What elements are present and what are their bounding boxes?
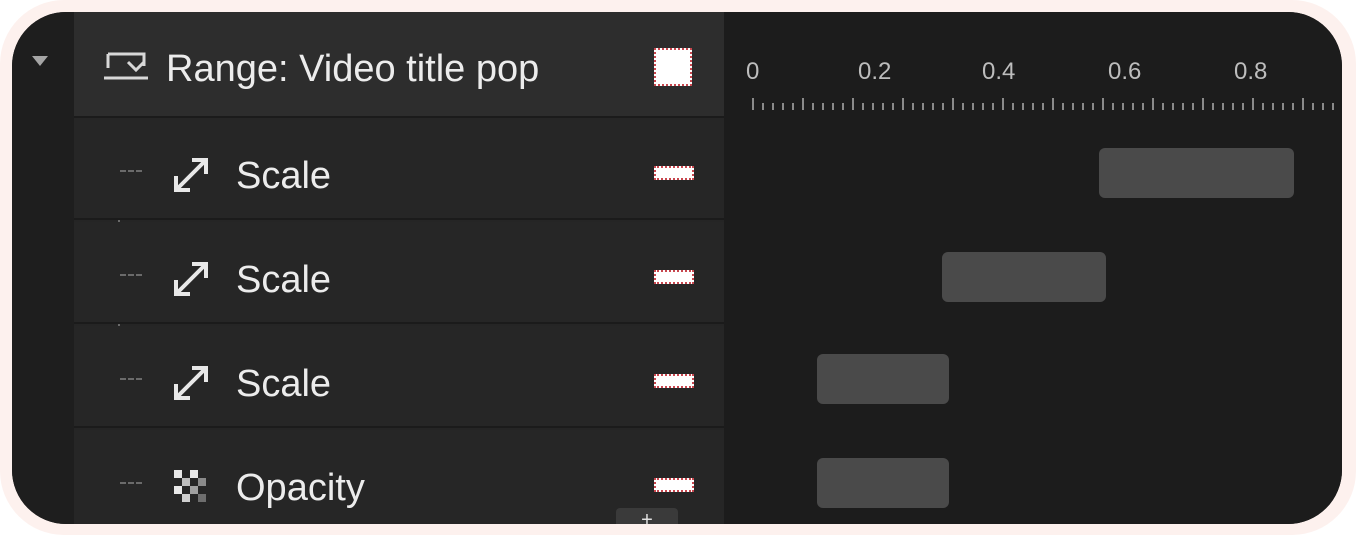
left-gutter — [12, 12, 74, 524]
range-icon — [104, 52, 148, 80]
track-list: Range: Video title pop Scale Scale Scale… — [74, 12, 724, 524]
track-row-scale-1[interactable]: Scale — [74, 118, 724, 220]
row-color-swatch[interactable] — [654, 478, 694, 492]
row-label: Scale — [236, 155, 332, 197]
tick-label: 0.4 — [982, 58, 1016, 85]
tick-label: 0.2 — [858, 58, 892, 85]
tick-label: 0.8 — [1234, 58, 1268, 85]
scale-arrow-icon — [174, 262, 208, 296]
scale-arrow-icon — [174, 158, 208, 192]
timeline-area[interactable]: 0 0.2 0.4 0.6 0.8 — [724, 12, 1342, 524]
track-header-row[interactable]: Range: Video title pop — [74, 12, 724, 118]
time-ruler[interactable] — [752, 98, 1342, 112]
scale-arrow-icon — [174, 366, 208, 400]
row-label: Scale — [236, 259, 332, 301]
timeline-clip[interactable] — [942, 252, 1106, 302]
timeline-clip[interactable] — [816, 458, 949, 508]
row-color-swatch[interactable] — [654, 374, 694, 388]
tick-label: 0.6 — [1108, 58, 1142, 85]
collapse-triangle-icon[interactable] — [32, 56, 48, 66]
window-frame: Range: Video title pop Scale Scale Scale… — [0, 0, 1356, 535]
track-row-scale-2[interactable]: Scale — [74, 222, 724, 324]
row-label: Opacity — [236, 467, 365, 509]
row-label: Scale — [236, 363, 332, 405]
row-color-swatch[interactable] — [654, 270, 694, 284]
tree-connector — [120, 274, 142, 276]
tick-label: 0 — [746, 58, 760, 85]
track-row-scale-3[interactable]: Scale — [74, 326, 724, 428]
timeline-clip[interactable] — [1099, 148, 1295, 198]
timeline-panel: Range: Video title pop Scale Scale Scale… — [12, 12, 1342, 524]
add-track-button[interactable]: + — [616, 508, 678, 524]
track-color-swatch[interactable] — [654, 48, 692, 86]
track-title: Range: Video title pop — [166, 48, 540, 90]
opacity-checker-icon — [174, 470, 206, 502]
tree-connector — [120, 378, 142, 380]
timeline-clip[interactable] — [816, 354, 949, 404]
row-color-swatch[interactable] — [654, 166, 694, 180]
tree-connector — [120, 482, 142, 484]
tree-connector — [120, 170, 142, 172]
